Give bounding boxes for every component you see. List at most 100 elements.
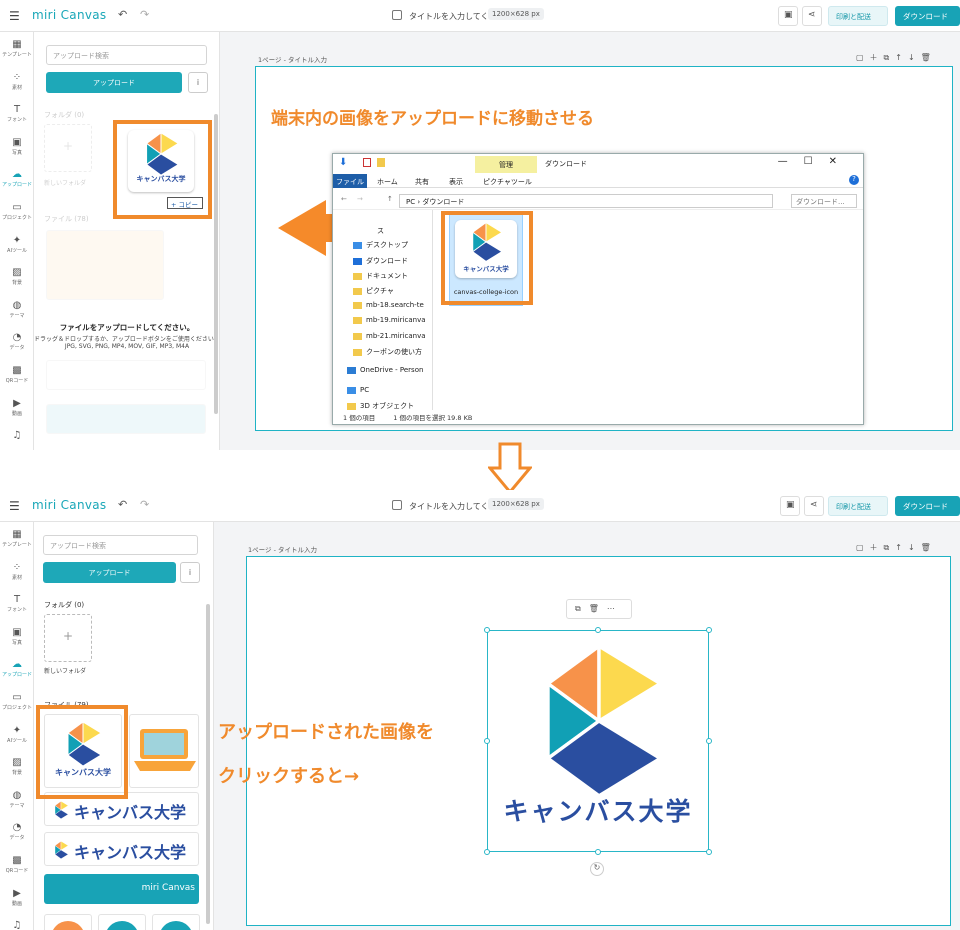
tool-data[interactable]: ◔ データ [0, 819, 34, 851]
info-icon[interactable]: i [188, 72, 208, 93]
panel-scrollbar[interactable] [214, 114, 218, 414]
nav-item[interactable]: ダウンロード [353, 256, 408, 266]
resize-handle-tr[interactable] [706, 627, 712, 633]
tool-background[interactable]: ▨ 背景 [0, 754, 34, 786]
print-button[interactable]: 印刷と配送 [828, 496, 888, 516]
document-title[interactable]: タイトルを入力してく... [409, 11, 496, 22]
undo-icon[interactable]: ↶ [118, 8, 127, 21]
tool-template[interactable]: ▦ テンプレート [0, 36, 34, 68]
nav-item[interactable]: mb-21.miricanva [353, 332, 426, 340]
explorer-search-input[interactable]: ダウンロード... [791, 194, 857, 208]
resize-handle-br[interactable] [706, 849, 712, 855]
forward-icon[interactable]: → [357, 195, 363, 203]
element-toolbar[interactable]: ⧉🗑⋯ [566, 599, 632, 619]
redo-icon[interactable]: ↷ [140, 498, 149, 511]
document-title[interactable]: タイトルを入力してく... [409, 501, 496, 512]
nav-item[interactable]: mb-18.search-te [353, 301, 424, 309]
app-logo[interactable]: miri Canvas [32, 498, 106, 512]
tool-font[interactable]: T フォント [0, 591, 34, 623]
tool-photo[interactable]: ▣ 写真 [0, 624, 34, 656]
canvas-size-select[interactable]: 1200×628 px [488, 498, 544, 510]
tool-font[interactable]: T フォント [0, 101, 34, 133]
new-folder-button[interactable]: + [44, 614, 92, 662]
new-folder-button[interactable]: + [44, 124, 92, 172]
tool-video[interactable]: ▶ 動画 [0, 395, 34, 427]
upload-button[interactable]: アップロード [43, 562, 176, 583]
tool-elements[interactable]: ⁘ 素材 [0, 559, 34, 591]
tool-elements[interactable]: ⁘ 素材 [0, 69, 34, 101]
nav-item[interactable]: クーポンの使い方 [353, 347, 422, 357]
nav-item[interactable]: デスクトップ [353, 240, 408, 250]
menu-icon[interactable]: ☰ [9, 9, 20, 23]
resize-handle-bl[interactable] [484, 849, 490, 855]
college-logo-thumbnail[interactable] [46, 360, 206, 390]
nav-item[interactable]: PC [347, 386, 369, 394]
resize-handle-r[interactable] [706, 738, 712, 744]
tool-upload[interactable]: ☁ アップロード [0, 656, 34, 688]
ribbon-tab-home[interactable]: ホーム [377, 177, 398, 187]
tool-data[interactable]: ◔ データ [0, 329, 34, 361]
tool-project[interactable]: ▭ プロジェクト [0, 689, 34, 721]
download-button[interactable]: ダウンロード [895, 496, 960, 516]
upload-search-input[interactable]: アップロード検索 [43, 535, 198, 555]
thumb-circle-1[interactable] [44, 914, 92, 930]
redo-icon[interactable]: ↷ [140, 8, 149, 21]
page-tools[interactable]: ▢＋⧉↑↓🗑 [856, 52, 937, 63]
nav-item[interactable]: mb-19.miricanva [353, 316, 426, 324]
tool-music[interactable]: ♫ [0, 427, 34, 450]
manage-tab[interactable]: 管理 [475, 156, 537, 173]
nav-item[interactable]: OneDrive - Person [347, 366, 423, 374]
tool-theme[interactable]: ◍ テーマ [0, 297, 34, 329]
tool-ai-tool[interactable]: ✦ AIツール [0, 722, 34, 754]
window-controls[interactable]: —☐✕ [778, 156, 853, 167]
tool-theme[interactable]: ◍ テーマ [0, 787, 34, 819]
tool-template[interactable]: ▦ テンプレート [0, 526, 34, 558]
laptop-thumbnail[interactable] [46, 230, 164, 300]
up-icon[interactable]: ↑ [387, 195, 393, 203]
page-label[interactable]: 1ページ - タイトル入力 [258, 54, 327, 64]
help-icon[interactable]: ? [849, 175, 859, 185]
college-logo-thumbnail-2[interactable]: キャンバス大学 [44, 832, 199, 866]
undo-icon[interactable]: ↶ [118, 498, 127, 511]
resize-handle-l[interactable] [484, 738, 490, 744]
save-icon-button[interactable]: ▣ [778, 6, 798, 26]
rotate-handle[interactable]: ↻ [590, 862, 604, 876]
resize-handle-t[interactable] [595, 627, 601, 633]
banner-thumbnail[interactable]: miri Canvas [44, 874, 199, 904]
thumb-circle-2[interactable] [98, 914, 146, 930]
nav-item[interactable]: ピクチャ [353, 286, 394, 296]
page-tools[interactable]: ▢＋⧉↑↓🗑 [856, 542, 937, 553]
save-icon-button[interactable]: ▣ [780, 496, 800, 516]
tool-music[interactable]: ♫ [0, 917, 34, 930]
tool-background[interactable]: ▨ 背景 [0, 264, 34, 296]
tool-upload[interactable]: ☁ アップロード [0, 166, 34, 198]
resize-handle-tl[interactable] [484, 627, 490, 633]
ribbon-tab-share[interactable]: 共有 [415, 177, 429, 187]
nav-item[interactable]: ドキュメント [353, 271, 408, 281]
ribbon-tab-view[interactable]: 表示 [449, 177, 463, 187]
tool-qr[interactable]: ▩ QRコード [0, 852, 34, 884]
resize-handle-b[interactable] [595, 849, 601, 855]
canvas-size-select[interactable]: 1200×628 px [488, 8, 544, 20]
tool-photo[interactable]: ▣ 写真 [0, 134, 34, 166]
menu-icon[interactable]: ☰ [9, 499, 20, 513]
ribbon-tab-picture-tools[interactable]: ピクチャツール [483, 177, 532, 187]
tool-video[interactable]: ▶ 動画 [0, 885, 34, 917]
share-icon-button[interactable]: ⋖ [802, 6, 822, 26]
panel-scrollbar[interactable] [206, 604, 210, 924]
banner-thumbnail[interactable] [46, 404, 206, 434]
upload-button[interactable]: アップロード [46, 72, 182, 93]
upload-search-input[interactable]: アップロード検索 [46, 45, 207, 65]
thumb-circle-3[interactable] [152, 914, 200, 930]
back-icon[interactable]: ← [341, 195, 347, 203]
tool-qr[interactable]: ▩ QRコード [0, 362, 34, 394]
ribbon-tab-file[interactable]: ファイル [333, 174, 367, 188]
share-icon-button[interactable]: ⋖ [804, 496, 824, 516]
download-button[interactable]: ダウンロード [895, 6, 960, 26]
print-button[interactable]: 印刷と配送 [828, 6, 888, 26]
dragged-icon-preview[interactable]: キャンバス大学 [128, 130, 194, 192]
address-bar[interactable]: PC › ダウンロード [399, 194, 773, 208]
tool-project[interactable]: ▭ プロジェクト [0, 199, 34, 231]
app-logo[interactable]: miri Canvas [32, 8, 106, 22]
laptop-thumbnail[interactable] [129, 714, 199, 788]
